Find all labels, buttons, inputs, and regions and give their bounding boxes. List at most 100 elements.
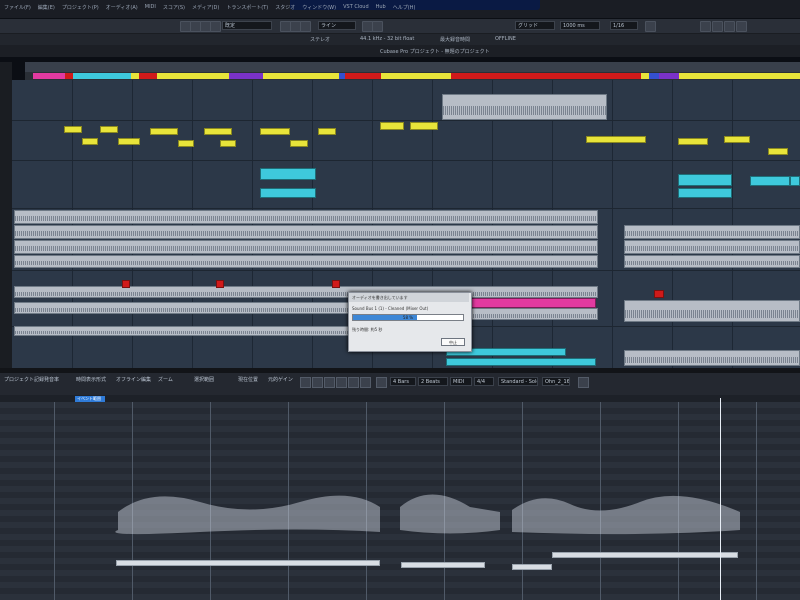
chord-segment[interactable] [679, 73, 800, 79]
chord-track[interactable] [25, 72, 800, 80]
text-event[interactable] [64, 126, 82, 133]
signature-field[interactable]: 4/4 [474, 377, 494, 386]
menu-item[interactable]: スタジオ [275, 4, 295, 11]
audio-event[interactable] [624, 240, 800, 254]
menu-item[interactable]: プロジェクト(P) [62, 4, 99, 11]
track-list-strip[interactable] [0, 62, 12, 368]
preset-dropdown[interactable]: 既定 [222, 21, 272, 30]
menu-item[interactable]: ファイル(F) [4, 4, 31, 11]
text-event[interactable] [178, 140, 194, 147]
erase-icon[interactable] [324, 377, 335, 388]
audio-event[interactable] [14, 255, 598, 268]
audio-event[interactable] [624, 300, 800, 322]
track-lane[interactable] [12, 80, 800, 121]
zoom-dropdown[interactable]: 1000 ms [560, 21, 600, 30]
midi-event[interactable] [750, 176, 790, 186]
snap-field[interactable]: 4 Bars [390, 377, 416, 386]
midi-event[interactable] [790, 176, 800, 186]
menu-item[interactable]: ヘルプ(H) [393, 4, 416, 11]
cancel-button[interactable]: 中止 [441, 338, 465, 346]
text-event[interactable] [118, 138, 140, 145]
text-event[interactable] [82, 138, 98, 145]
track-lane[interactable] [12, 208, 800, 271]
text-event[interactable] [100, 126, 118, 133]
pitch-segment[interactable] [552, 552, 738, 558]
marker-event[interactable] [654, 290, 664, 298]
grid-toggle-icon[interactable] [372, 21, 383, 32]
menu-item[interactable]: MIDI [145, 4, 156, 10]
quantize-dropdown[interactable]: 1/16 [610, 21, 638, 30]
track-lane[interactable] [12, 120, 800, 161]
midi-event[interactable] [678, 188, 732, 198]
pitch-segment[interactable] [512, 564, 552, 570]
marker-event[interactable] [122, 280, 130, 288]
right-zone-icon[interactable] [736, 21, 747, 32]
text-event[interactable] [318, 128, 336, 135]
play-icon[interactable] [348, 377, 359, 388]
draw-tool-icon[interactable] [300, 21, 311, 32]
audio-event[interactable] [624, 225, 800, 239]
audio-event[interactable] [14, 210, 598, 224]
editor-tab[interactable]: ズーム [158, 376, 173, 383]
text-event[interactable] [678, 138, 708, 145]
playhead-cursor[interactable] [720, 398, 721, 600]
midi-event[interactable] [260, 188, 316, 198]
zoom-icon[interactable] [336, 377, 347, 388]
menu-item[interactable]: VST Cloud [343, 4, 369, 10]
midi-event[interactable] [260, 168, 316, 180]
midi-event[interactable] [446, 358, 596, 366]
editor-tab[interactable]: 発音率 [44, 376, 59, 383]
sample-editor-grid[interactable] [0, 402, 800, 600]
quantize-field[interactable]: 2 Beats [418, 377, 448, 386]
menu-item[interactable]: ウィンドウ(W) [302, 4, 336, 11]
warp-mode-dropdown[interactable]: Standard - Solo [498, 377, 538, 386]
left-zone-icon[interactable] [712, 21, 723, 32]
editor-tab[interactable]: 選択範囲 [194, 376, 214, 383]
menu-item[interactable]: Hub [376, 4, 386, 10]
loop-icon[interactable] [376, 377, 387, 388]
marker-event[interactable] [216, 280, 224, 288]
menu-item[interactable]: メディア(D) [192, 4, 219, 11]
text-event[interactable] [150, 128, 178, 135]
midi-event[interactable] [678, 174, 732, 186]
audio-event[interactable] [14, 326, 354, 336]
menu-item[interactable]: オーディオ(A) [106, 4, 138, 11]
chord-segment[interactable] [65, 73, 73, 79]
menu-item[interactable]: スコア(S) [163, 4, 185, 11]
chord-segment[interactable] [451, 73, 641, 79]
audio-event[interactable] [624, 255, 800, 268]
object-select-icon[interactable] [300, 377, 311, 388]
chord-segment[interactable] [139, 73, 157, 79]
chord-segment[interactable] [229, 73, 263, 79]
audio-event[interactable] [14, 225, 598, 239]
glue-tool-icon[interactable] [210, 21, 221, 32]
grid-type-dropdown[interactable]: グリッド [515, 21, 555, 30]
chord-segment[interactable] [381, 73, 451, 79]
text-event[interactable] [204, 128, 232, 135]
value-field[interactable]: MIDI [450, 377, 472, 386]
chord-segment[interactable] [33, 73, 65, 79]
scissors-icon[interactable] [360, 377, 371, 388]
chord-segment[interactable] [641, 73, 649, 79]
audio-event[interactable] [624, 350, 800, 366]
text-event[interactable] [768, 148, 788, 155]
chord-segment[interactable] [73, 73, 131, 79]
editor-tab[interactable]: 時間表示形式 [76, 376, 106, 383]
chord-segment[interactable] [263, 73, 339, 79]
text-event[interactable] [290, 140, 308, 147]
audio-event[interactable] [14, 240, 598, 254]
draw-icon[interactable] [312, 377, 323, 388]
event-name-field[interactable]: Ohn_2_16 [542, 377, 570, 386]
text-event[interactable] [260, 128, 290, 135]
text-event[interactable] [410, 122, 438, 130]
menu-item[interactable]: トランスポート(T) [226, 4, 268, 11]
editor-tab[interactable]: 元的ゲイン [268, 376, 293, 383]
text-event[interactable] [380, 122, 404, 130]
window-layout-icon[interactable] [700, 21, 711, 32]
pitch-segment[interactable] [116, 560, 380, 566]
chord-segment[interactable] [131, 73, 139, 79]
quantize-settings-icon[interactable] [645, 21, 656, 32]
text-event[interactable] [724, 136, 750, 143]
chord-segment[interactable] [345, 73, 381, 79]
text-event[interactable] [220, 140, 236, 147]
